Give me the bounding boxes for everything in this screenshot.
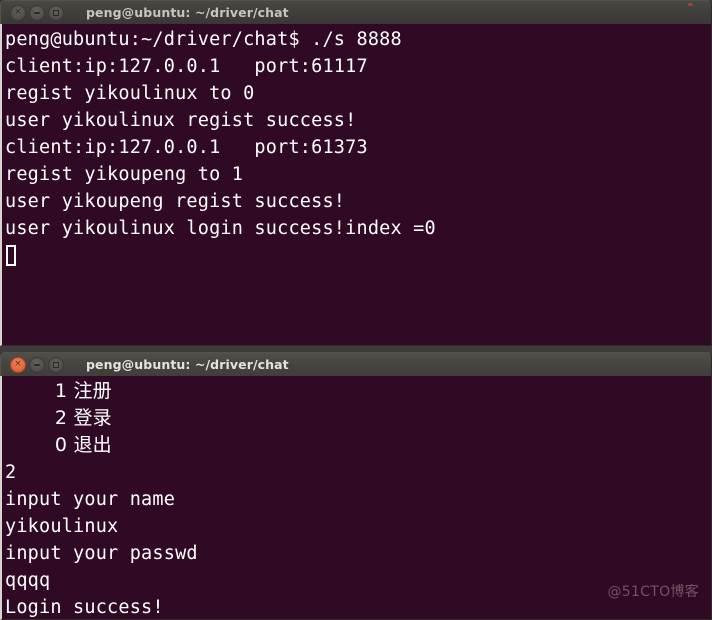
- terminal-body-server[interactable]: peng@ubuntu:~/driver/chat$ ./s 8888 clie…: [0, 24, 712, 346]
- terminal-output-client: 1 注册 2 登录 0 退出 2 input your name yikouli…: [2, 376, 711, 619]
- terminal-line: regist yikoulinux to 0: [5, 83, 255, 104]
- terminal-line: Login success!: [5, 597, 164, 618]
- terminal-line: regist yikoupeng to 1: [5, 164, 244, 185]
- terminal-line: yikoulinux: [5, 516, 119, 537]
- terminal-window-server[interactable]: × peng@ubuntu: ~/driver/chat peng@ubuntu…: [0, 0, 712, 346]
- window-title-server: peng@ubuntu: ~/driver/chat: [86, 5, 289, 20]
- minimize-icon: [34, 363, 40, 366]
- maximize-button-server[interactable]: [48, 4, 64, 21]
- terminal-line: user yikoulinux regist success!: [5, 110, 357, 131]
- close-icon: ×: [14, 359, 22, 369]
- window-controls-client[interactable]: ×: [10, 356, 64, 373]
- overlapped-window-hint: [688, 3, 693, 6]
- terminal-line: input your name: [5, 489, 176, 510]
- terminal-line: input your passwd: [5, 543, 198, 564]
- watermark: @51CTO博客: [607, 584, 699, 600]
- terminal-line: user yikoulinux login success!index =0: [5, 218, 436, 239]
- terminal-output-server: peng@ubuntu:~/driver/chat$ ./s 8888 clie…: [2, 24, 711, 269]
- minimize-icon: [34, 11, 40, 14]
- window-controls-server[interactable]: ×: [10, 4, 64, 21]
- close-button-server[interactable]: ×: [10, 4, 26, 21]
- terminal-body-client[interactable]: 1 注册 2 登录 0 退出 2 input your name yikouli…: [0, 376, 712, 620]
- terminal-line: peng@ubuntu:~/driver/chat$ ./s 8888: [5, 29, 402, 50]
- minimize-button-client[interactable]: [29, 356, 45, 373]
- terminal-line: user yikoupeng regist success!: [5, 191, 346, 212]
- menu-option-login: 2 登录: [5, 407, 112, 429]
- terminal-line: qqqq: [5, 570, 51, 591]
- terminal-line: client:ip:127.0.0.1 port:61117: [5, 56, 368, 77]
- menu-option-exit: 0 退出: [5, 434, 112, 456]
- menu-option-register: 1 注册: [5, 380, 112, 402]
- terminal-line: client:ip:127.0.0.1 port:61373: [5, 137, 368, 158]
- window-title-client: peng@ubuntu: ~/driver/chat: [86, 357, 289, 372]
- titlebar-client[interactable]: × peng@ubuntu: ~/driver/chat: [0, 352, 712, 376]
- titlebar-server[interactable]: × peng@ubuntu: ~/driver/chat: [0, 0, 712, 24]
- maximize-button-client[interactable]: [48, 356, 64, 373]
- maximize-icon: [53, 9, 59, 16]
- text-cursor: [6, 245, 16, 266]
- terminal-line: 2: [5, 462, 17, 483]
- maximize-icon: [53, 361, 59, 368]
- desktop-screen: × peng@ubuntu: ~/driver/chat peng@ubuntu…: [0, 0, 712, 620]
- close-icon: ×: [14, 7, 22, 17]
- terminal-cursor-line: [5, 242, 711, 269]
- minimize-button-server[interactable]: [29, 4, 45, 21]
- close-button-client[interactable]: ×: [10, 356, 26, 373]
- terminal-window-client[interactable]: × peng@ubuntu: ~/driver/chat 1 注册 2 登录 0…: [0, 352, 712, 620]
